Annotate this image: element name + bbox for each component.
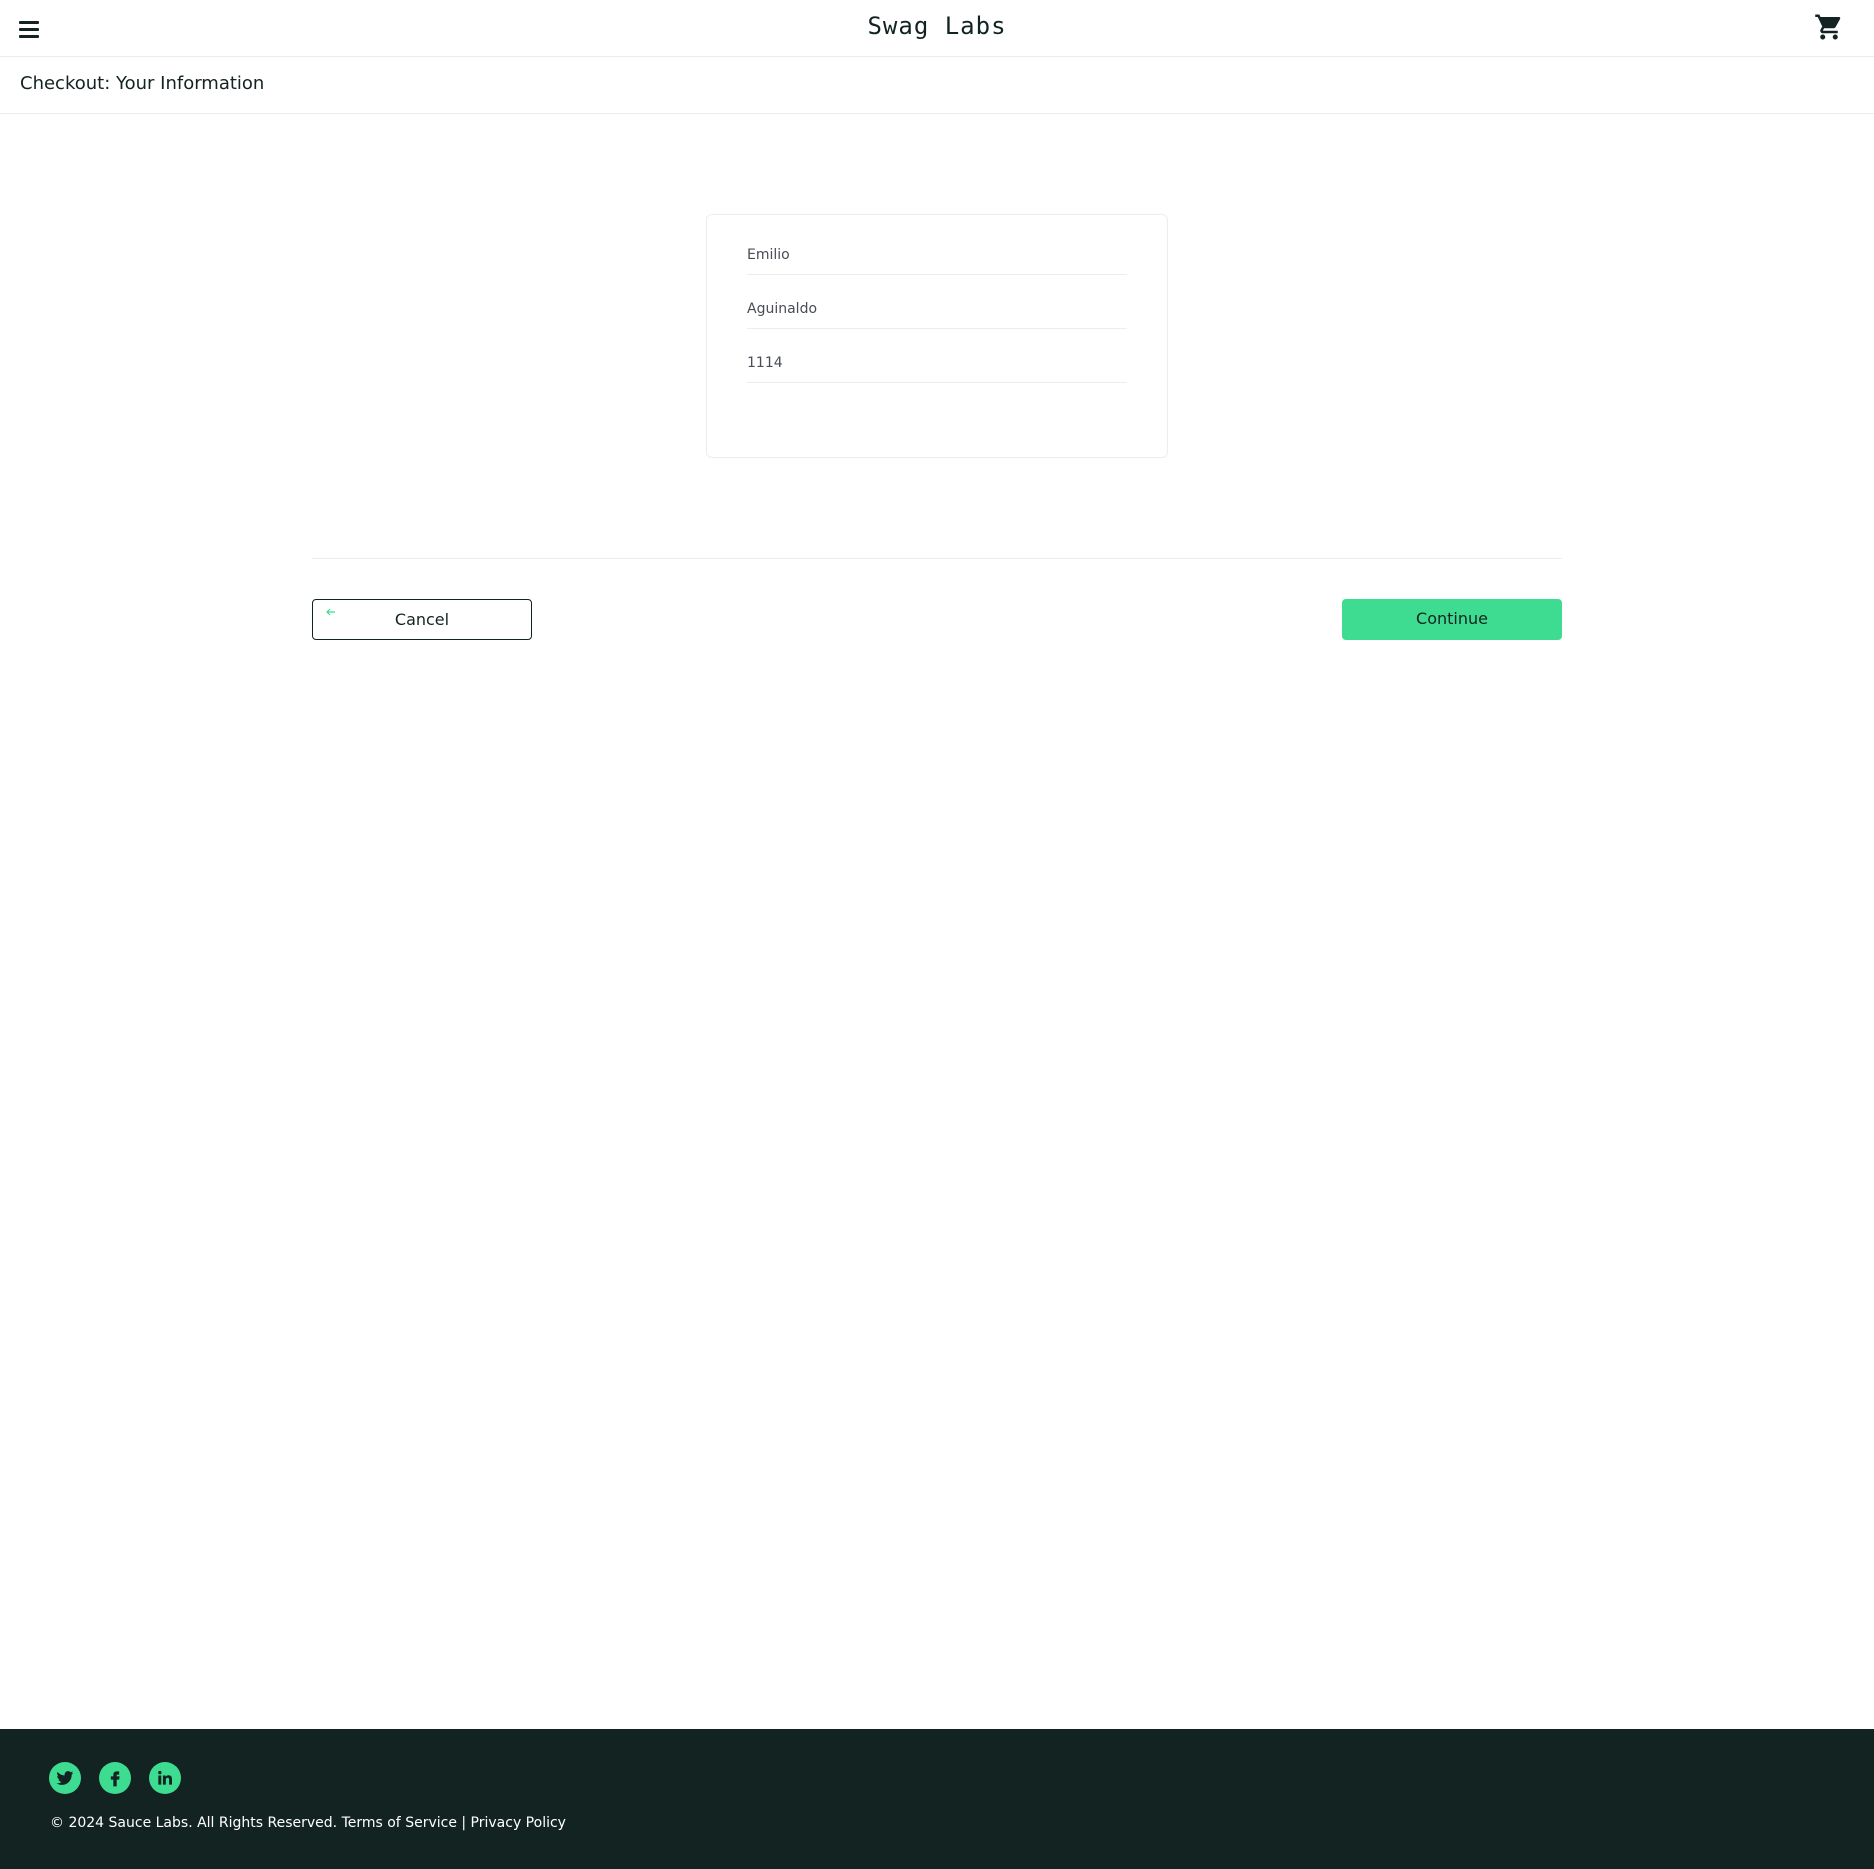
footer: © 2024 Sauce Labs. All Rights Reserved. … — [0, 1729, 1874, 1869]
continue-button[interactable]: Continue — [1342, 599, 1562, 640]
footer-copyright: © 2024 Sauce Labs. All Rights Reserved. … — [50, 1815, 566, 1831]
continue-button-label: Continue — [1416, 609, 1488, 628]
cancel-button[interactable]: Cancel — [312, 599, 532, 640]
shopping-cart-icon[interactable] — [1814, 12, 1844, 42]
primary-header: Swag Labs — [0, 0, 1874, 57]
divider — [312, 558, 1562, 559]
postal-code-input[interactable] — [747, 343, 1127, 383]
twitter-icon[interactable] — [49, 1762, 81, 1794]
app-logo: Swag Labs — [867, 12, 1007, 40]
facebook-icon[interactable] — [99, 1762, 131, 1794]
last-name-input[interactable] — [747, 289, 1127, 329]
secondary-header: Checkout: Your Information — [0, 57, 1874, 114]
linkedin-icon[interactable] — [149, 1762, 181, 1794]
checkout-info-form — [706, 214, 1168, 458]
cancel-button-label: Cancel — [394, 610, 450, 629]
page-title: Checkout: Your Information — [20, 73, 265, 94]
first-name-input[interactable] — [747, 235, 1127, 275]
